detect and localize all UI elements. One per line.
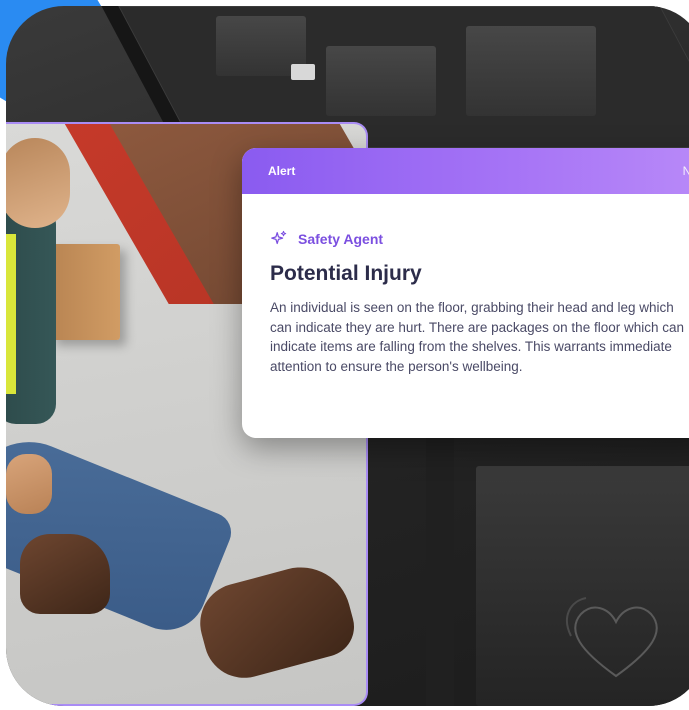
alert-header: Alert No <box>242 148 689 194</box>
boot-left <box>20 534 110 614</box>
alert-header-right: No <box>682 164 689 178</box>
person-head <box>6 138 70 228</box>
alert-card[interactable]: Alert No Safety Agent Potential Injury A… <box>242 148 689 438</box>
safety-vest <box>6 234 16 394</box>
alert-header-label: Alert <box>268 164 296 178</box>
alert-title: Potential Injury <box>270 262 422 285</box>
shelf-label <box>291 64 315 80</box>
heart-doodle <box>566 597 658 678</box>
person-hand <box>6 454 52 514</box>
background-box <box>326 46 436 116</box>
cardboard-package <box>50 244 120 340</box>
agent-label: Safety Agent <box>298 231 384 247</box>
shelf-rail <box>426 436 454 706</box>
boot-right <box>191 556 361 687</box>
agent-row: Safety Agent <box>270 230 689 248</box>
sparkle-icon <box>271 230 287 245</box>
alert-description: An individual is seen on the floor, grab… <box>270 300 684 374</box>
background-box <box>466 26 596 116</box>
